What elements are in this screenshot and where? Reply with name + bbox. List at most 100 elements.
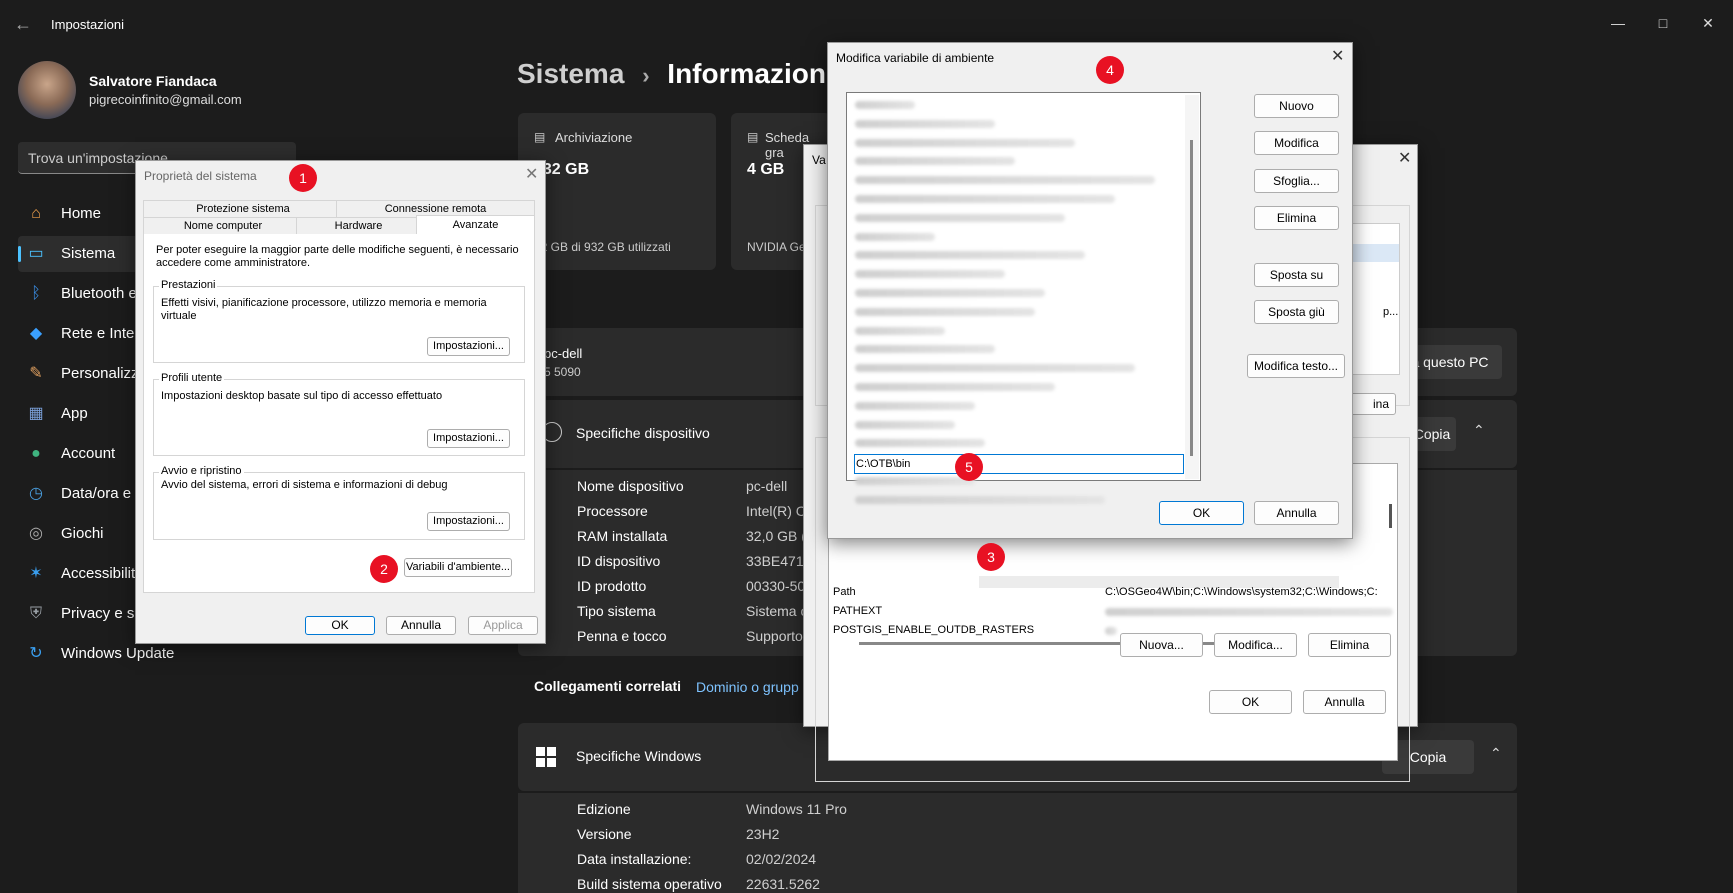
sysvar-path-value[interactable]: C:\OSGeo4W\bin;C:\Windows\system32;C:\Wi…: [1105, 586, 1378, 598]
blurred-path-entry[interactable]: [855, 270, 1005, 279]
edit-var-ok-button[interactable]: OK: [1159, 501, 1244, 525]
blurred-path-entry[interactable]: [855, 119, 995, 128]
sysvar-pathext-name[interactable]: PATHEXT: [833, 605, 882, 617]
blurred-path-entry[interactable]: [855, 383, 1055, 391]
step-badge-5: 5: [955, 453, 983, 481]
spec-value: 02/02/2024: [746, 851, 817, 867]
blurred-path-entry[interactable]: [855, 439, 985, 448]
avatar[interactable]: [18, 61, 76, 119]
user-profiles-settings-button[interactable]: Impostazioni...: [427, 429, 510, 448]
close-icon[interactable]: ✕: [525, 164, 538, 184]
specs-device-title: Specifiche dispositivo: [576, 425, 710, 441]
path-entry-selected[interactable]: C:\OTB\bin: [856, 458, 910, 470]
path-entry-edit-field[interactable]: C:\OTB\bin: [854, 454, 1184, 474]
close-icon[interactable]: ✕: [1331, 46, 1344, 66]
sidebar-item-label: Accessibilità: [61, 565, 144, 582]
blurred-path-entry[interactable]: [855, 289, 1045, 297]
tab-nome-computer[interactable]: Nome computer: [143, 217, 303, 235]
sysvar-postgis-name[interactable]: POSTGIS_ENABLE_OUTDB_RASTERS: [833, 624, 1034, 636]
clock-icon: ◷: [29, 485, 43, 502]
back-arrow-icon[interactable]: ←: [14, 14, 36, 36]
shield-icon: ⛨: [29, 605, 42, 622]
vertical-scrollbar[interactable]: [1185, 95, 1199, 479]
storage-card[interactable]: ▤ Archiviazione 932 GB 32 GB di 932 GB u…: [518, 113, 716, 270]
sidebar-item-label: Home: [61, 205, 102, 222]
bluetooth-icon: ᛒ: [31, 285, 41, 302]
move-down-button[interactable]: Sposta giù: [1254, 300, 1339, 324]
env-ok-button[interactable]: OK: [1209, 690, 1292, 714]
blurred-path-entry[interactable]: [855, 232, 935, 241]
env-vars-title: Va: [812, 153, 826, 167]
system-icon: ▭: [28, 245, 44, 262]
sysvar-path-name[interactable]: Path: [833, 586, 856, 598]
windows-logo-icon: [536, 747, 556, 767]
step-badge-4: 4: [1096, 56, 1124, 84]
brush-icon: ✎: [29, 365, 43, 382]
blurred-path-entry[interactable]: [855, 195, 1115, 203]
blurred-path-entry[interactable]: [855, 420, 955, 429]
scrollbar-thumb[interactable]: [1190, 140, 1193, 456]
sidebar-item-label: Giochi: [61, 525, 104, 542]
blurred-path-entry[interactable]: [855, 176, 1155, 185]
tab-hardware[interactable]: Hardware: [296, 217, 421, 235]
blurred-path-entry[interactable]: [855, 401, 975, 410]
spec-label: Build sistema operativo: [577, 876, 722, 892]
spec-value: Windows 11 Pro: [746, 801, 847, 817]
blurred-path-entry[interactable]: [855, 495, 1105, 504]
env-variables-button[interactable]: Variabili d'ambiente...: [404, 558, 512, 577]
sysprops-apply-button[interactable]: Applica: [468, 616, 538, 635]
user-email: pigrecoinfinito@gmail.com: [89, 92, 242, 107]
tab-protezione-sistema[interactable]: Protezione sistema: [143, 200, 343, 218]
edit-entry-button[interactable]: Modifica: [1254, 131, 1339, 155]
close-icon[interactable]: ✕: [1688, 8, 1728, 38]
blurred-path-entry[interactable]: [855, 477, 975, 485]
spec-label: Processore: [577, 503, 648, 519]
breadcrumb: Sistema › Informazioni s: [517, 58, 857, 90]
move-up-button[interactable]: Sposta su: [1254, 263, 1339, 287]
performance-title: Prestazioni: [159, 279, 218, 291]
tab-avanzate[interactable]: Avanzate: [416, 215, 535, 235]
blurred-path-entry[interactable]: [855, 326, 945, 335]
blurred-path-entry[interactable]: [855, 101, 915, 109]
sysvar-edit-button[interactable]: Modifica...: [1214, 633, 1297, 657]
path-entries-list[interactable]: C:\OTB\bin: [846, 92, 1201, 504]
blurred-path-entry[interactable]: [855, 307, 1035, 316]
delete-entry-button[interactable]: Elimina: [1254, 206, 1339, 230]
blurred-value: [1105, 627, 1117, 635]
sysprops-ok-button[interactable]: OK: [305, 616, 375, 635]
blurred-path-entry[interactable]: [855, 251, 1085, 260]
domain-link[interactable]: Dominio o grupp: [696, 679, 799, 695]
update-icon: ↻: [29, 645, 43, 662]
spec-value: pc-dell: [746, 478, 788, 494]
spec-value: Intel(R) C: [746, 503, 806, 519]
user-name: Salvatore Fiandaca: [89, 73, 217, 89]
maximize-icon[interactable]: □: [1643, 8, 1683, 38]
browse-button[interactable]: Sfoglia...: [1254, 169, 1339, 193]
performance-settings-button[interactable]: Impostazioni...: [427, 337, 510, 356]
spec-label: Nome dispositivo: [577, 478, 684, 494]
chevron-up-icon[interactable]: ⌃: [1490, 745, 1502, 762]
blurred-path-entry[interactable]: [855, 138, 1075, 147]
sysprops-cancel-button[interactable]: Annulla: [386, 616, 456, 635]
spec-label: ID prodotto: [577, 578, 647, 594]
edit-var-cancel-button[interactable]: Annulla: [1254, 501, 1339, 525]
chevron-up-icon[interactable]: ⌃: [1473, 422, 1485, 439]
gpu-icon: ▤: [747, 130, 759, 144]
env-cancel-button[interactable]: Annulla: [1303, 690, 1386, 714]
close-icon[interactable]: ✕: [1398, 148, 1411, 168]
blurred-path-entry[interactable]: [855, 157, 1015, 166]
blurred-path-entry[interactable]: [855, 345, 995, 354]
scrollbar-thumb[interactable]: [1389, 504, 1392, 528]
new-entry-button[interactable]: Nuovo: [1254, 94, 1339, 118]
blurred-path-entry[interactable]: [855, 213, 1065, 222]
edit-text-button[interactable]: Modifica testo...: [1247, 354, 1345, 378]
startup-recovery-settings-button[interactable]: Impostazioni...: [427, 512, 510, 531]
sidebar-item-label: App: [61, 405, 88, 422]
spec-value: 33BE4710: [746, 553, 812, 569]
minimize-icon[interactable]: —: [1598, 8, 1638, 38]
sysvar-new-button[interactable]: Nuova...: [1120, 633, 1203, 657]
step-badge-3: 3: [977, 543, 1005, 571]
sysvar-delete-button[interactable]: Elimina: [1308, 633, 1391, 657]
blurred-path-entry[interactable]: [855, 364, 1135, 373]
breadcrumb-parent[interactable]: Sistema: [517, 58, 624, 89]
